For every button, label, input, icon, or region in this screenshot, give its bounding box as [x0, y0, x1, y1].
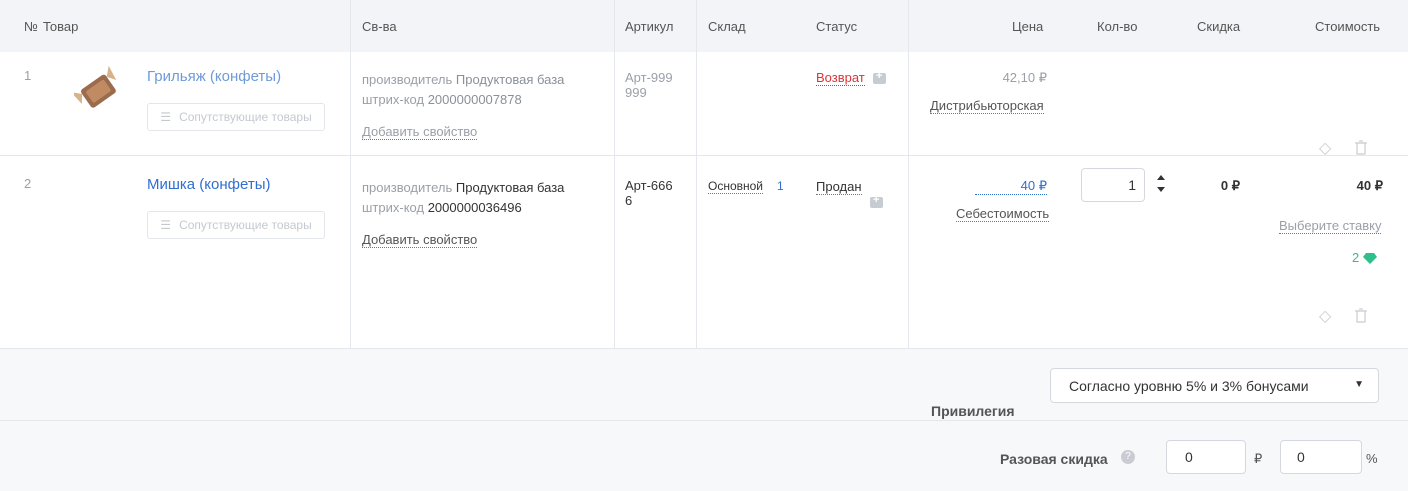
col-warehouse: Склад: [708, 19, 746, 34]
row-number: 2: [24, 176, 32, 191]
row-divider: [0, 155, 1408, 156]
price-type-link[interactable]: Дистрибьюторская: [930, 98, 1044, 114]
status-return-link[interactable]: Возврат: [816, 70, 865, 86]
discount-value: 0 ₽: [1220, 178, 1240, 193]
property-value: 2000000007878: [427, 92, 522, 107]
related-products-label: Сопутствующие товары: [179, 218, 312, 232]
trash-icon[interactable]: [1355, 308, 1367, 323]
col-price: Цена: [1012, 19, 1044, 34]
trash-icon[interactable]: [1355, 140, 1367, 155]
property-key: штрих-код: [362, 92, 425, 107]
list-icon: ☰: [160, 110, 172, 124]
privilege-label: Привилегия: [931, 403, 1015, 419]
discount-rub-input[interactable]: [1166, 440, 1246, 474]
property-line: штрих-код 2000000036496: [362, 198, 522, 218]
article-line-1: Арт-666: [625, 178, 673, 193]
ruble-sign: ₽: [1254, 451, 1263, 466]
quantity-stepper[interactable]: [1156, 173, 1166, 195]
choose-rate-link[interactable]: Выберите ставку: [1279, 218, 1382, 234]
price-type-link[interactable]: Себестоимость: [956, 206, 1050, 222]
property-value: Продуктовая база: [455, 72, 565, 87]
col-divider: [908, 0, 909, 349]
related-products-label: Сопутствующие товары: [179, 110, 312, 124]
gem-icon: [1363, 253, 1377, 264]
comment-icon[interactable]: [870, 194, 883, 208]
privilege-select[interactable]: Согласно уровню 5% и 3% бонусами ▼: [1050, 368, 1379, 403]
price-value: 42,10 ₽: [1002, 70, 1047, 85]
property-line: штрих-код 2000000007878: [362, 90, 522, 110]
related-products-button[interactable]: ☰ Сопутствующие товары: [147, 103, 325, 131]
col-discount: Скидка: [1197, 19, 1241, 34]
related-products-button[interactable]: ☰ Сопутствующие товары: [147, 211, 325, 239]
property-value: 2000000036496: [427, 200, 522, 215]
diamond-discount-icon[interactable]: ◇: [1319, 138, 1331, 158]
article-line-2: 999: [625, 85, 647, 100]
col-props: Св-ва: [362, 19, 397, 34]
row-number: 1: [24, 68, 32, 83]
article-line-1: Арт-999: [625, 70, 673, 85]
property-key: штрих-код: [362, 200, 425, 215]
chevron-down-icon: ▼: [1354, 379, 1364, 390]
property-key: производитель: [362, 72, 453, 87]
percent-sign: %: [1366, 451, 1378, 466]
help-icon[interactable]: ?: [1121, 450, 1135, 464]
property-line: производитель Продуктовая база: [362, 178, 564, 198]
article-line-2: 6: [625, 193, 633, 208]
col-divider: [696, 0, 697, 349]
list-icon: ☰: [160, 218, 172, 232]
bonus-count: 2: [1352, 250, 1360, 265]
status-sold-link[interactable]: Продан: [816, 179, 862, 195]
comment-icon[interactable]: [873, 70, 886, 84]
product-name-link[interactable]: Мишка (конфеты): [147, 176, 271, 193]
col-status: Статус: [816, 19, 858, 34]
privilege-selected-value: Согласно уровню 5% и 3% бонусами: [1069, 378, 1309, 394]
col-product: Товар: [43, 19, 79, 34]
warehouse-link[interactable]: Основной: [708, 179, 764, 194]
col-article: Артикул: [625, 19, 674, 34]
property-value: Продуктовая база: [455, 180, 565, 195]
price-value[interactable]: 40 ₽: [975, 178, 1047, 195]
col-divider: [350, 0, 351, 349]
property-line: производитель Продуктовая база: [362, 70, 564, 90]
diamond-discount-icon[interactable]: ◇: [1319, 306, 1331, 326]
property-key: производитель: [362, 180, 453, 195]
product-thumbnail[interactable]: [74, 62, 124, 122]
add-property-link[interactable]: Добавить свойство: [362, 124, 478, 140]
col-divider: [614, 0, 615, 349]
discount-percent-input[interactable]: [1280, 440, 1362, 474]
warehouse-count: 1: [777, 179, 784, 193]
cost-value: 40 ₽: [1356, 178, 1383, 193]
col-cost: Стоимость: [1315, 19, 1381, 34]
product-name-link[interactable]: Грильяж (конфеты): [147, 68, 281, 85]
one-time-discount-label: Разовая скидка: [1000, 451, 1108, 467]
footer-divider: [0, 420, 1408, 421]
quantity-input[interactable]: [1081, 168, 1145, 202]
add-property-link[interactable]: Добавить свойство: [362, 232, 478, 248]
col-qty: Кол-во: [1097, 19, 1138, 34]
col-num: №: [24, 19, 38, 34]
